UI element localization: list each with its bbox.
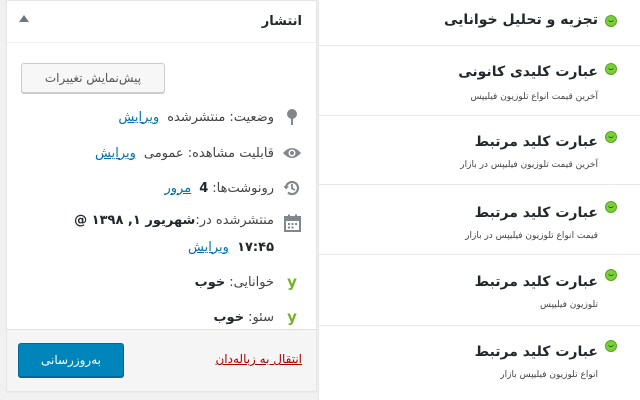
visibility-value: عمومی [143,145,184,161]
revisions-count: 4 [199,180,209,196]
analysis-item-title: عبارت کلید مرتبط [474,274,598,290]
analysis-item-subtitle: تلوزیون فیلیپس [539,300,598,310]
publish-box-header[interactable]: انتشار [7,1,316,43]
publish-box: انتشار پیش‌نمایش تغییرات وضعیت: منتشرشده… [6,0,317,392]
update-button[interactable]: به‌روزرسانی [18,343,124,377]
analysis-item-title: عبارت کلیدی کانونی [458,64,598,80]
analysis-header-title: تجزیه و تحلیل خوانایی [444,12,598,28]
edit-status-link[interactable]: ویرایش [118,110,159,125]
analysis-item-subtitle: آخرین قیمت انواع تلوزیون فیلیپس [470,92,598,102]
analysis-item[interactable]: عبارت کلید مرتبط انواع تلوزیون فیلیپس با… [319,326,640,400]
analysis-item[interactable]: عبارت کلید مرتبط آخرین قیمت تلوزیون فیلی… [319,116,640,185]
published-on-label: منتشرشده در: [195,213,274,228]
seo-score: خوب [213,309,245,325]
analysis-item-subtitle: آخرین قیمت تلوزیون فیلیپس در بازار [460,160,598,170]
analysis-item[interactable]: عبارت کلیدی کانونی آخرین قیمت انواع تلوز… [319,46,640,116]
revisions-row: رونوشت‌ها: 4 مرور [21,177,302,199]
caret-up-icon[interactable] [19,15,29,22]
revisions-label: رونوشت‌ها: [212,180,274,196]
analysis-panel: تجزیه و تحلیل خوانایی عبارت کلیدی کانونی… [318,0,640,400]
move-to-trash-link[interactable]: انتقال به زباله‌دان [215,352,302,366]
publish-box-title: انتشار [261,14,302,29]
analysis-item-subtitle: قیمت انواع تلوزیون فیلیپس در بازار [465,231,598,241]
analysis-item-title: عبارت کلید مرتبط [474,344,598,360]
visibility-label: قابلیت مشاهده: [187,145,274,161]
published-on-time: ۱۷:۴۵ [237,239,274,255]
yoast-icon: y [287,273,297,291]
yoast-icon: y [287,308,297,326]
preview-changes-button[interactable]: پیش‌نمایش تغییرات [21,63,165,93]
published-on-time-line: ۱۷:۴۵ ویرایش [21,240,302,255]
browse-revisions-link[interactable]: مرور [165,181,192,196]
edit-date-link[interactable]: ویرایش [188,240,229,255]
edit-visibility-link[interactable]: ویرایش [95,146,136,161]
readability-row: y خوانایی: خوب [21,271,302,293]
eye-icon [282,143,302,163]
calendar-icon [282,213,302,233]
visibility-row: قابلیت مشاهده: عمومی ویرایش [21,142,302,164]
smiley-icon [605,131,617,143]
published-on-date: شهریور ۱, ۱۳۹۸ @ [74,213,196,228]
pin-icon [282,107,302,127]
seo-label: سئو: [248,309,274,325]
analysis-item[interactable]: عبارت کلید مرتبط تلوزیون فیلیپس [319,255,640,326]
smiley-icon [605,63,617,75]
seo-row: y سئو: خوب [21,306,302,328]
smiley-icon [605,201,617,213]
smiley-icon [605,340,617,352]
status-value: منتشرشده [167,109,226,125]
readability-analysis-header[interactable]: تجزیه و تحلیل خوانایی [319,0,640,46]
status-label: وضعیت: [229,109,274,125]
analysis-item-title: عبارت کلید مرتبط [474,134,598,150]
analysis-item[interactable]: عبارت کلید مرتبط قیمت انواع تلوزیون فیلی… [319,185,640,255]
readability-score: خوب [194,274,226,290]
smiley-icon [605,15,617,27]
readability-label: خوانایی: [229,274,274,290]
status-row: وضعیت: منتشرشده ویرایش [21,106,302,128]
publish-box-footer: به‌روزرسانی انتقال به زباله‌دان [7,329,316,391]
analysis-item-subtitle: انواع تلوزیون فیلیپس بازار [500,370,598,380]
history-icon [282,178,302,198]
published-on-row: منتشرشده در: شهریور ۱, ۱۳۹۸ @ ۱۷:۴۵ ویرا… [21,213,302,257]
analysis-item-title: عبارت کلید مرتبط [474,205,598,221]
smiley-icon [605,269,617,281]
